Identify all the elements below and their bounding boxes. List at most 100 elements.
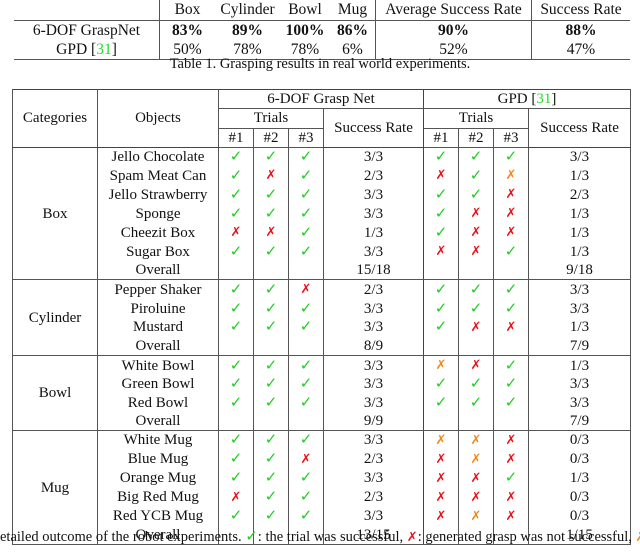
overall-label: Overall — [97, 261, 219, 281]
check-icon: ✓ — [299, 319, 313, 336]
check-icon: ✓ — [504, 376, 518, 393]
trial-result: ✓ — [423, 299, 459, 318]
cross-icon: ✗ — [470, 319, 482, 335]
success-rate-cell: 2/3 — [323, 449, 424, 469]
table-row: Sponge ✓ ✓ ✓ 3/3 ✓ ✗ ✗ 1/3 — [13, 204, 631, 224]
trial-result: ✓ — [288, 223, 324, 243]
cross-icon: ✗ — [470, 358, 482, 374]
trial-result: ✗ — [493, 204, 529, 224]
object-name: Pepper Shaker — [97, 279, 219, 300]
infeasible-cross-icon: ✗ — [435, 358, 447, 374]
cross-icon: ✗ — [505, 489, 517, 505]
check-icon: ✓ — [299, 167, 313, 184]
trial-result: ✗ — [458, 468, 494, 488]
trial-result: ✗ — [253, 223, 289, 243]
trial-result: ✗ — [423, 242, 459, 262]
object-name: White Mug — [97, 430, 219, 450]
success-rate-cell: 2/3 — [528, 185, 631, 205]
trial-result: ✓ — [493, 393, 529, 412]
success-rate-cell: 1/3 — [528, 468, 631, 488]
check-icon: ✓ — [469, 186, 483, 203]
trial-result: ✓ — [493, 375, 529, 394]
check-icon: ✓ — [264, 470, 278, 487]
check-icon: ✓ — [229, 300, 243, 317]
check-icon: ✓ — [229, 432, 243, 449]
check-icon: ✓ — [469, 300, 483, 317]
success-rate-cell: 3/3 — [323, 242, 424, 262]
trial-result: ✓ — [493, 355, 529, 376]
check-icon: ✓ — [229, 281, 243, 298]
check-icon: ✓ — [434, 205, 448, 222]
cross-icon: ✗ — [470, 225, 482, 241]
infeasible-cross-icon: ✗ — [470, 508, 482, 524]
empty-cell — [288, 411, 324, 431]
trial-result: ✗ — [253, 166, 289, 186]
trial-result: ✓ — [423, 279, 459, 300]
success-rate-cell: 3/3 — [528, 279, 631, 300]
table-row: Jello Strawberry ✓ ✓ ✓ 3/3 ✓ ✓ ✗ 2/3 — [13, 185, 631, 205]
success-rate-cell: 1/3 — [528, 355, 631, 376]
trial-result: ✓ — [288, 166, 324, 186]
trial-result: ✓ — [423, 317, 459, 337]
check-icon: ✓ — [245, 529, 258, 545]
cross-icon: ✗ — [435, 244, 447, 260]
table-row: Green Bowl ✓ ✓ ✓ 3/3 ✓ ✓ ✓ 3/3 — [13, 375, 631, 394]
trial-result: ✗ — [458, 204, 494, 224]
success-rate-cell: 1/3 — [528, 242, 631, 262]
object-name: Orange Mug — [97, 468, 219, 488]
check-icon: ✓ — [264, 432, 278, 449]
overall-rate-cell: 15/18 — [323, 261, 424, 281]
cross-icon: ✗ — [435, 451, 447, 467]
overall-label: Overall — [97, 411, 219, 431]
cross-icon: ✗ — [230, 225, 242, 241]
success-rate-cell: 1/3 — [528, 223, 631, 243]
empty-cell — [458, 336, 494, 357]
trial-result: ✓ — [253, 487, 289, 507]
trial-result: ✓ — [218, 299, 254, 318]
check-icon: ✓ — [264, 149, 278, 166]
check-icon: ✓ — [299, 394, 313, 411]
success-rate-cell: 3/3 — [528, 147, 631, 167]
object-name: Jello Chocolate — [97, 147, 219, 167]
success-rate-header: Success Rate — [323, 108, 424, 148]
trial-result: ✗ — [493, 449, 529, 469]
check-icon: ✓ — [299, 508, 313, 525]
check-icon: ✓ — [504, 300, 518, 317]
empty-cell — [458, 411, 494, 431]
overall-rate-cell: 7/9 — [528, 336, 631, 357]
check-icon: ✓ — [264, 376, 278, 393]
value-cell: 86% — [330, 20, 376, 40]
overall-rate-cell: 9/18 — [528, 261, 631, 281]
success-rate-cell: 3/3 — [528, 299, 631, 318]
citation-link[interactable]: 31 — [536, 91, 551, 107]
cross-icon: ✗ — [435, 508, 447, 524]
table-row: Red YCB Mug ✓ ✓ ✓ 3/3 ✗ ✗ ✗ 0/3 — [13, 506, 631, 526]
check-icon: ✓ — [469, 167, 483, 184]
value-cell: 90% — [375, 20, 532, 40]
trial-result: ✗ — [423, 449, 459, 469]
trial-result: ✓ — [218, 506, 254, 526]
success-rate-cell: 3/3 — [323, 393, 424, 412]
trial-result: ✗ — [423, 468, 459, 488]
trial-result: ✗ — [423, 166, 459, 186]
trial-result: ✓ — [458, 185, 494, 205]
trial-result: ✗ — [493, 185, 529, 205]
check-icon: ✓ — [299, 432, 313, 449]
trial-result: ✓ — [253, 506, 289, 526]
trial-result: ✓ — [218, 317, 254, 337]
check-icon: ✓ — [434, 394, 448, 411]
overall-row: Overall 8/9 7/9 — [13, 336, 631, 357]
cross-icon: ✗ — [435, 489, 447, 505]
trial-result: ✓ — [458, 279, 494, 300]
empty-cell — [423, 336, 459, 357]
results-summary-table: Box Cylinder Bowl Mug Average Success Ra… — [14, 0, 630, 60]
infeasible-cross-icon: ✗ — [470, 451, 482, 467]
cross-icon: ✗ — [300, 282, 312, 298]
cross-icon: ✗ — [300, 451, 312, 467]
trial-result: ✓ — [253, 449, 289, 469]
trial-number-header: #2 — [253, 128, 289, 148]
trial-result: ✓ — [253, 185, 289, 205]
cross-icon: ✗ — [505, 319, 517, 335]
trial-result: ✗ — [493, 166, 529, 186]
check-icon: ✓ — [434, 281, 448, 298]
